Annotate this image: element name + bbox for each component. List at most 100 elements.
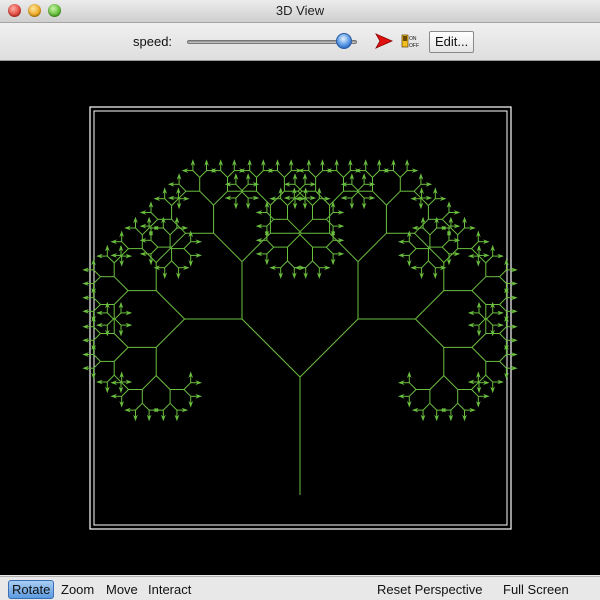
tree-branch: [485, 255, 494, 264]
tree-branch: [183, 389, 192, 397]
bottom-bar: Rotate Zoom Move Interact Reset Perspect…: [0, 576, 600, 600]
tree-branch: [471, 248, 479, 256]
tree-branch: [429, 375, 445, 390]
tree-branch: [351, 183, 360, 192]
tree-branch: [399, 170, 408, 178]
tree-branch: [150, 239, 159, 248]
tree-branch: [413, 183, 422, 192]
tree-branch: [408, 241, 417, 249]
tree-branch: [183, 241, 192, 249]
tree-branch: [457, 227, 465, 236]
tree-branch: [121, 382, 129, 390]
tree-branch: [499, 333, 507, 341]
tree-branch: [113, 317, 122, 326]
minimize-window-button[interactable]: [28, 4, 41, 17]
tree-branch: [93, 269, 101, 278]
tree-branch: [135, 402, 143, 411]
fractal-tree-scene[interactable]: [0, 61, 600, 575]
tree-branch: [178, 183, 187, 192]
tree-branch: [429, 248, 445, 263]
close-window-button[interactable]: [8, 4, 21, 17]
tree-branch: [499, 361, 507, 369]
tree-branch: [441, 212, 450, 220]
tree-branch: [429, 402, 438, 411]
tree-branch: [450, 402, 459, 411]
tree-branch: [499, 269, 507, 278]
rotate-mode-button[interactable]: Rotate: [8, 580, 55, 599]
move-mode-button[interactable]: Move: [106, 582, 138, 597]
tree-branch: [471, 241, 479, 249]
tree-branch: [93, 333, 101, 341]
tree-branch: [429, 227, 438, 236]
tree-branch: [443, 375, 459, 390]
tree-branch: [162, 227, 171, 236]
tree-branch: [169, 227, 178, 236]
tree-branch: [164, 260, 172, 269]
tree-branch: [414, 232, 429, 248]
tree-branch: [227, 170, 235, 178]
tree-branch: [471, 382, 479, 390]
tree-branch: [287, 260, 295, 269]
tree-branch: [220, 170, 228, 178]
tree-branch: [199, 170, 207, 178]
tree-branch: [421, 260, 429, 269]
tree-branch: [93, 297, 101, 305]
title-bar[interactable]: 3D View: [0, 0, 600, 23]
tree-branch: [213, 232, 243, 262]
tree-branch: [280, 198, 288, 206]
tree-branch: [106, 374, 115, 383]
tree-branch: [256, 170, 264, 178]
tree-branch: [113, 347, 129, 362]
tree-branch: [171, 260, 179, 269]
tree-branch: [499, 304, 507, 312]
tree-branch: [312, 198, 320, 206]
tree-branch: [93, 361, 101, 369]
tree-branch: [121, 389, 129, 397]
tree-branch: [169, 402, 178, 411]
tree-branch: [183, 248, 192, 256]
tree-branch: [478, 255, 487, 264]
reset-perspective-button[interactable]: Reset Perspective: [377, 582, 483, 597]
tree-branch: [106, 255, 115, 264]
3d-view-canvas[interactable]: [0, 61, 600, 575]
edit-button[interactable]: Edit...: [429, 31, 475, 53]
tree-branch: [471, 347, 487, 362]
tree-branch: [287, 232, 302, 248]
tree-branch: [441, 239, 450, 248]
tree-branch: [199, 190, 214, 206]
tree-branch: [478, 312, 487, 321]
red-arrow-icon[interactable]: [374, 32, 394, 50]
tree-branch: [93, 354, 101, 362]
tree-branch: [499, 297, 507, 305]
tree-branch: [155, 375, 171, 390]
tree-branch: [499, 354, 507, 362]
tree-branch: [441, 218, 450, 227]
on-off-switch-icon[interactable]: ON OFF: [401, 32, 421, 50]
interact-mode-button[interactable]: Interact: [148, 582, 191, 597]
tree-branch: [305, 198, 313, 206]
speed-slider-track[interactable]: [187, 40, 357, 44]
tree-branch: [150, 246, 159, 255]
tree-branch: [408, 389, 417, 397]
tree-branch: [422, 402, 431, 411]
tree-branch: [386, 190, 401, 206]
tree-branch: [277, 170, 285, 178]
tree-branch: [192, 170, 201, 178]
tree-branch: [336, 170, 344, 178]
zoom-mode-button[interactable]: Zoom: [61, 582, 94, 597]
tree-branch: [287, 198, 295, 206]
tree-branch: [308, 170, 316, 178]
tree-branch: [241, 318, 301, 378]
tree-branch: [150, 218, 159, 227]
tree-branch: [325, 239, 334, 248]
tree-branch: [235, 190, 244, 199]
full-screen-button[interactable]: Full Screen: [503, 582, 569, 597]
speed-slider-knob[interactable]: [336, 33, 352, 49]
tree-branch: [421, 198, 429, 206]
tree-branch: [284, 170, 292, 178]
tree-branch: [428, 198, 436, 206]
zoom-window-button[interactable]: [48, 4, 61, 17]
tree-branch: [162, 402, 171, 411]
tree-branch: [393, 170, 401, 178]
speed-slider[interactable]: [187, 33, 363, 49]
